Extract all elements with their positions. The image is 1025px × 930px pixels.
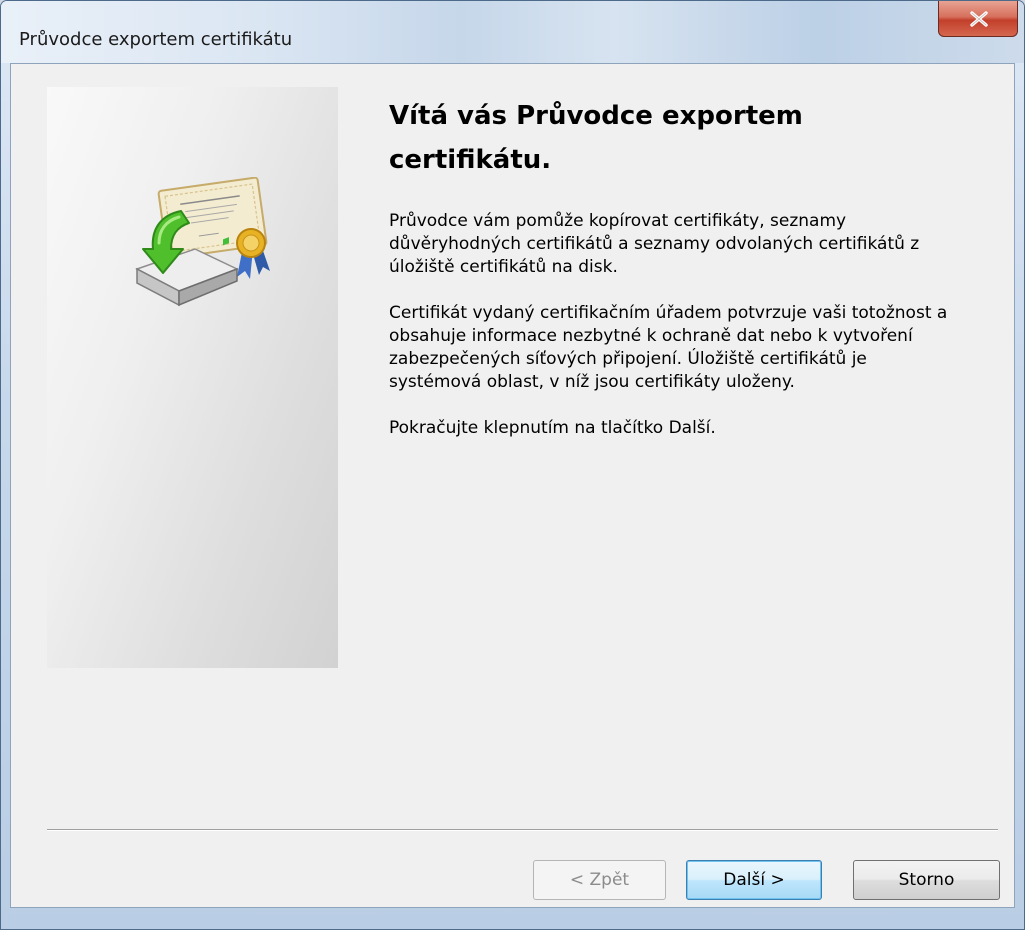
- intro-paragraph: Průvodce vám pomůže kopírovat certifikát…: [389, 211, 920, 277]
- wizard-content: Vítá vás Průvodce exportem certifikátu. …: [389, 94, 969, 440]
- wizard-client-area: Vítá vás Průvodce exportem certifikátu. …: [10, 63, 1015, 908]
- next-button-label: Další >: [723, 870, 785, 890]
- cancel-button-label: Storno: [898, 870, 955, 890]
- back-button-label: < Zpět: [569, 870, 630, 890]
- button-separator: [47, 829, 998, 831]
- wizard-heading: Vítá vás Průvodce exportem certifikátu.: [389, 101, 803, 175]
- window-title: Průvodce exportem certifikátu: [19, 29, 293, 50]
- wizard-window: Průvodce exportem certifikátu Vítá vás P…: [0, 0, 1025, 930]
- close-icon: [970, 11, 988, 27]
- cancel-button[interactable]: Storno: [853, 860, 1000, 900]
- explanation-paragraph: Certifikát vydaný certifikačním úřadem p…: [389, 303, 948, 392]
- back-button[interactable]: < Zpět: [533, 860, 666, 900]
- instruction-paragraph: Pokračujte klepnutím na tlačítko Další.: [389, 418, 716, 438]
- certificate-export-icon: [135, 177, 270, 307]
- title-bar[interactable]: Průvodce exportem certifikátu: [1, 1, 1024, 63]
- close-button[interactable]: [938, 1, 1018, 37]
- next-button[interactable]: Další >: [686, 860, 822, 900]
- wizard-side-panel: [47, 87, 338, 668]
